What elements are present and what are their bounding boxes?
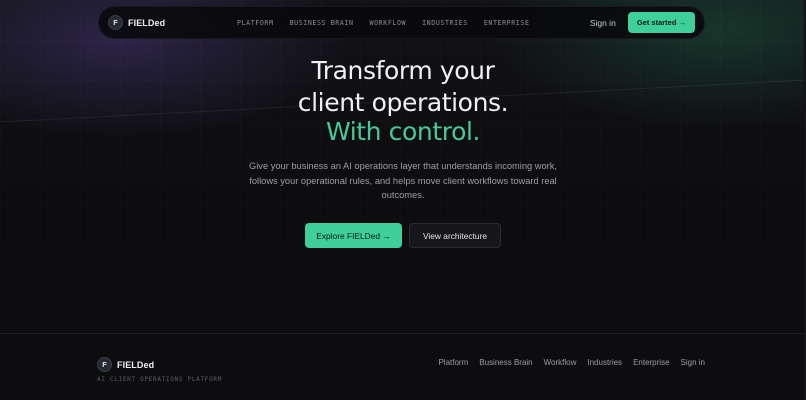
hero-title-line-1: Transform your [311,56,495,85]
nav-actions: Sign in Get started → [590,12,695,33]
get-started-button[interactable]: Get started → [627,12,695,33]
footer-link-platform[interactable]: Platform [438,358,468,367]
footer-link-sign-in[interactable]: Sign in [681,358,705,367]
nav-link-industries[interactable]: INDUSTRIES [422,19,468,27]
nav-links: PLATFORM BUSINESS BRAIN WORKFLOW INDUSTR… [237,7,530,38]
hero-actions: Explore FIELDed → View architecture [0,223,806,248]
hero-subtitle: Give your business an AI operations laye… [249,161,557,200]
footer-link-workflow[interactable]: Workflow [544,358,577,367]
logo-mark-icon: F [108,15,123,30]
footer-link-enterprise[interactable]: Enterprise [633,358,669,367]
nav-link-enterprise[interactable]: ENTERPRISE [484,19,530,27]
footer-logo-mark-icon: F [97,357,112,372]
top-navbar: F FIELDed PLATFORM BUSINESS BRAIN WORKFL… [98,6,705,39]
footer-brand-logo[interactable]: F FIELDed [97,357,154,372]
view-architecture-button[interactable]: View architecture [409,223,501,248]
hero-title-line-3: With control. [325,117,481,146]
nav-link-workflow[interactable]: WORKFLOW [370,19,407,27]
footer-link-business-brain[interactable]: Business Brain [479,358,532,367]
landing-page: F FIELDed PLATFORM BUSINESS BRAIN WORKFL… [0,0,806,400]
footer-links: Platform Business Brain Workflow Industr… [438,358,705,367]
footer-divider [0,333,806,334]
footer-brand-name: FIELDed [117,359,155,370]
explore-button[interactable]: Explore FIELDed → [305,223,402,248]
footer-tagline: AI CLIENT OPERATIONS PLATFORM [97,376,223,383]
sign-in-link[interactable]: Sign in [590,18,616,28]
nav-link-business-brain[interactable]: BUSINESS BRAIN [290,19,354,27]
footer-link-industries[interactable]: Industries [587,358,622,367]
brand-logo[interactable]: F FIELDed [108,15,165,30]
brand-name: FIELDed [128,17,166,28]
nav-link-platform[interactable]: PLATFORM [237,19,274,27]
hero-title-line-2: client operations. [297,88,509,117]
